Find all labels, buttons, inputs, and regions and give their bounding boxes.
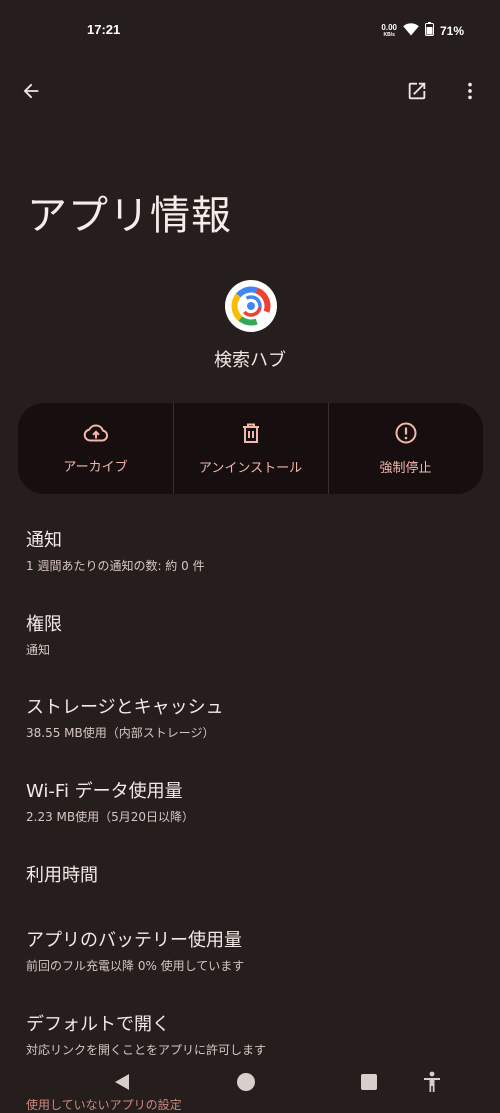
nav-home-button[interactable] (234, 1072, 258, 1096)
item-subtitle: 38.55 MB使用（内部ストレージ） (26, 726, 215, 740)
settings-item-notifications[interactable]: 通知 1 週間あたりの通知の数: 約 0 件 (26, 529, 476, 574)
archive-label: アーカイブ (63, 459, 128, 475)
network-speed-unit: KB/s (383, 31, 395, 38)
uninstall-button[interactable]: アンインストール (173, 403, 328, 494)
settings-item-battery[interactable]: アプリのバッテリー使用量 前回のフル充電以降 0% 使用しています (26, 929, 476, 974)
item-subtitle: 前回のフル充電以降 0% 使用しています (26, 959, 245, 973)
nav-recents-button[interactable] (357, 1072, 381, 1096)
nav-back-button[interactable] (110, 1072, 134, 1096)
network-speed: 0.00 KB/s (381, 22, 397, 38)
item-title: 通知 (26, 530, 62, 551)
more-options-button[interactable] (450, 73, 490, 113)
search-hub-app-icon (225, 280, 277, 332)
status-bar: 17:21 0.00 KB/s 71% (0, 0, 500, 56)
item-subtitle: 対応リンクを開くことをアプリに許可します (26, 1043, 267, 1057)
triangle-back-icon (113, 1072, 131, 1096)
item-subtitle: 1 週間あたりの通知の数: 約 0 件 (26, 559, 205, 573)
circle-home-icon (236, 1072, 256, 1096)
item-subtitle: 2.23 MB使用（5月20日以降） (26, 810, 195, 824)
item-title: アプリのバッテリー使用量 (26, 930, 242, 951)
accessibility-icon (422, 1071, 442, 1097)
back-button[interactable] (11, 73, 51, 113)
open-in-new-icon (406, 80, 428, 106)
network-speed-value: 0.00 (381, 22, 397, 32)
status-time: 17:21 (87, 22, 121, 37)
arrow-back-icon (20, 80, 42, 106)
item-title: ストレージとキャッシュ (26, 697, 224, 718)
cloud-upload-icon (83, 423, 109, 447)
open-app-button[interactable] (397, 73, 437, 113)
item-title: デフォルトで開く (26, 1014, 170, 1035)
app-actions: アーカイブ アンインストール 強制停止 (18, 403, 483, 494)
settings-item-permissions[interactable]: 権限 通知 (26, 613, 476, 658)
item-title: Wi-Fi データ使用量 (26, 781, 183, 802)
settings-item-storage[interactable]: ストレージとキャッシュ 38.55 MB使用（内部ストレージ） (26, 696, 476, 741)
trash-icon (241, 422, 261, 448)
uninstall-label: アンインストール (198, 460, 303, 476)
status-icons: 0.00 KB/s 71% (381, 21, 464, 40)
force-stop-label: 強制停止 (379, 460, 432, 476)
settings-item-open-by-default[interactable]: デフォルトで開く 対応リンクを開くことをアプリに許可します (26, 1013, 476, 1058)
battery-percent: 71% (439, 23, 464, 38)
app-name: 検索ハブ (214, 350, 286, 371)
wifi-icon (403, 21, 419, 40)
item-title: 利用時間 (26, 865, 98, 886)
settings-item-screen-time[interactable]: 利用時間 (26, 864, 476, 888)
page-title: アプリ情報 (27, 193, 232, 239)
archive-button[interactable]: アーカイブ (18, 403, 173, 494)
item-subtitle: 通知 (26, 643, 51, 657)
battery-icon (424, 21, 434, 40)
alert-circle-icon (395, 422, 417, 448)
navigation-bar (0, 1062, 500, 1107)
square-recents-icon (360, 1073, 378, 1095)
accessibility-button[interactable] (420, 1071, 444, 1097)
force-stop-button[interactable]: 強制停止 (328, 403, 483, 494)
more-vert-icon (459, 80, 481, 106)
settings-item-wifi-data[interactable]: Wi-Fi データ使用量 2.23 MB使用（5月20日以降） (26, 780, 476, 825)
item-title: 権限 (26, 614, 62, 635)
